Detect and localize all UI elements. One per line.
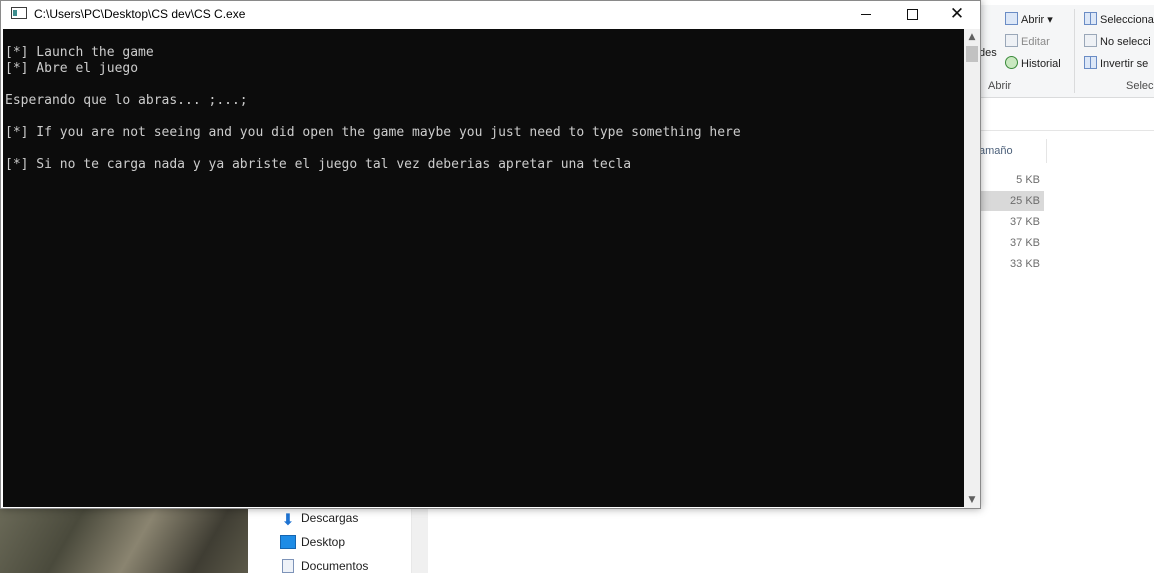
file-size-cell[interactable]: 37 KB xyxy=(980,212,1044,232)
desktop-wallpaper xyxy=(0,505,250,573)
editar-button[interactable]: Editar xyxy=(1005,34,1050,48)
scroll-down-icon[interactable]: ▼ xyxy=(964,492,980,508)
console-line: Esperando que lo abras... ;...; xyxy=(5,93,248,108)
historial-label: Historial xyxy=(1021,58,1061,70)
maximize-icon xyxy=(906,9,918,20)
select-all-icon xyxy=(1084,12,1097,25)
console-line: [*] Si no te carga nada y ya abriste el … xyxy=(5,157,632,172)
close-icon: ✕ xyxy=(949,4,965,24)
nav-scrollbar[interactable] xyxy=(412,505,428,573)
open-icon xyxy=(1005,12,1018,25)
close-button[interactable]: ✕ xyxy=(934,1,980,29)
nav-item-descargas[interactable]: ⬇ Descargas xyxy=(280,511,359,529)
invert-selection-icon xyxy=(1084,56,1097,69)
select-none-button[interactable]: No selecci xyxy=(1084,34,1151,48)
select-none-icon xyxy=(1084,34,1097,47)
console-window: C:\Users\PC\Desktop\CS dev\CS C.exe ✕ [*… xyxy=(0,0,981,509)
nav-item-desktop[interactable]: Desktop xyxy=(280,535,345,549)
desktop-icon xyxy=(280,535,296,549)
file-size-cell[interactable]: 37 KB xyxy=(980,233,1044,253)
nav-label: Documentos xyxy=(301,559,369,573)
console-app-icon[interactable] xyxy=(11,7,27,19)
editar-label: Editar xyxy=(1021,36,1050,48)
scroll-up-icon[interactable]: ▲ xyxy=(964,29,980,45)
group-label-seleccionar: Selecc xyxy=(1126,80,1154,92)
minimize-icon xyxy=(861,14,871,15)
ribbon-partial-label: des xyxy=(979,47,997,59)
ribbon-separator xyxy=(1074,9,1075,93)
abrir-button[interactable]: Abrir ▾ xyxy=(1005,12,1053,26)
select-all-label: Selecciona xyxy=(1100,14,1154,26)
scrollbar-thumb[interactable] xyxy=(966,46,978,62)
group-label-abrir: Abrir xyxy=(988,80,1012,92)
window-title: C:\Users\PC\Desktop\CS dev\CS C.exe xyxy=(34,7,246,21)
nav-label: Desktop xyxy=(301,535,346,549)
console-titlebar[interactable]: C:\Users\PC\Desktop\CS dev\CS C.exe ✕ xyxy=(1,1,980,29)
navigation-pane: ⬇ Descargas Desktop Documentos xyxy=(248,505,426,573)
column-header-size[interactable]: amaño xyxy=(979,145,1013,157)
historial-button[interactable]: Historial xyxy=(1005,56,1061,70)
nav-item-documentos[interactable]: Documentos xyxy=(280,559,368,573)
nav-label: Descargas xyxy=(301,511,359,525)
invert-selection-label: Invertir se xyxy=(1100,58,1149,70)
maximize-button[interactable] xyxy=(889,1,935,29)
console-scrollbar[interactable]: ▲ ▼ xyxy=(964,29,980,508)
file-size-cell[interactable]: 33 KB xyxy=(980,254,1044,274)
document-icon xyxy=(282,559,294,573)
edit-icon xyxy=(1005,34,1018,47)
console-line: [*] Launch the game xyxy=(5,45,154,60)
select-none-label: No selecci xyxy=(1100,36,1151,48)
download-icon: ⬇ xyxy=(281,512,295,529)
console-output[interactable]: [*] Launch the game [*] Abre el juego Es… xyxy=(3,29,964,507)
column-separator[interactable] xyxy=(1046,139,1047,163)
invert-selection-button[interactable]: Invertir se xyxy=(1084,56,1148,70)
console-line: [*] Abre el juego xyxy=(5,61,139,76)
minimize-button[interactable] xyxy=(843,1,889,29)
history-icon xyxy=(1005,56,1018,69)
file-size-cell[interactable]: 25 KB xyxy=(980,191,1044,211)
file-size-cell[interactable]: 5 KB xyxy=(980,170,1044,190)
console-line: [*] If you are not seeing and you did op… xyxy=(5,125,741,140)
chevron-down-icon: ▾ xyxy=(1047,14,1053,26)
abrir-label: Abrir xyxy=(1021,14,1045,26)
select-all-button[interactable]: Selecciona xyxy=(1084,12,1154,26)
address-bar-border xyxy=(978,130,1154,131)
